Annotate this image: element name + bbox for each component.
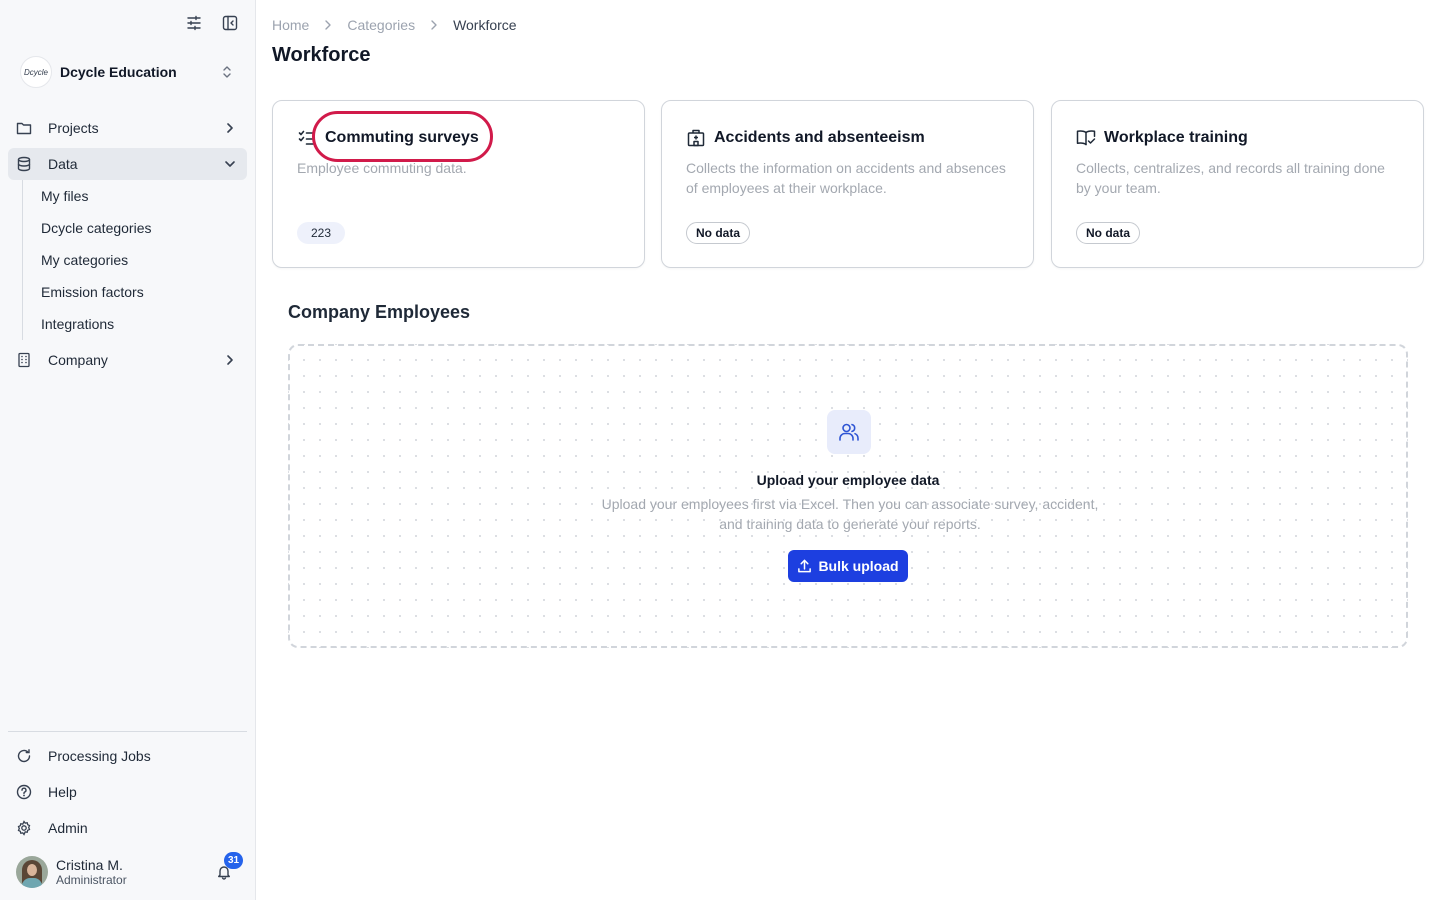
sidebar-top-icons bbox=[185, 14, 239, 32]
submenu-guide-line bbox=[22, 180, 23, 340]
bulk-upload-label: Bulk upload bbox=[818, 558, 899, 574]
user-info: Cristina M. Administrator bbox=[56, 857, 127, 887]
chevrons-up-down-icon bbox=[220, 64, 234, 85]
collapse-sidebar-icon[interactable] bbox=[221, 14, 239, 32]
empty-state-description: Upload your employees first via Excel. T… bbox=[601, 496, 1099, 532]
users-icon bbox=[827, 410, 871, 454]
card-title: Accidents and absenteeism bbox=[714, 129, 925, 146]
status-badge: No data bbox=[686, 222, 751, 244]
sidebar-item-label: Data bbox=[48, 156, 78, 172]
card-header: Workplace training bbox=[1076, 128, 1248, 148]
sidebar-item-projects[interactable]: Projects bbox=[8, 112, 247, 144]
card-title: Commuting surveys bbox=[325, 129, 479, 146]
card-description: Collects, centralizes, and records all t… bbox=[1076, 160, 1385, 196]
sidebar-divider bbox=[8, 731, 247, 732]
sidebar-item-label: Company bbox=[48, 352, 108, 368]
building-icon bbox=[16, 352, 32, 368]
breadcrumb-home[interactable]: Home bbox=[272, 17, 309, 33]
org-name: Dcycle Education bbox=[60, 64, 177, 80]
card-header: Accidents and absenteeism bbox=[686, 128, 925, 148]
database-icon bbox=[16, 156, 32, 172]
sidebar-item-label: Admin bbox=[48, 820, 88, 836]
sidebar-item-data[interactable]: Data bbox=[8, 148, 247, 180]
sidebar-item-processing-jobs[interactable]: Processing Jobs bbox=[8, 740, 247, 772]
sidebar-item-company[interactable]: Company bbox=[8, 344, 247, 376]
folder-icon bbox=[16, 120, 32, 136]
sidebar: Dcycle Dcycle Education Projects Data My… bbox=[0, 0, 256, 900]
card-header: Commuting surveys bbox=[297, 128, 479, 148]
chevron-right-icon bbox=[223, 120, 237, 141]
card-title: Workplace training bbox=[1104, 129, 1248, 146]
org-logo: Dcycle bbox=[20, 56, 52, 88]
breadcrumb-workforce: Workforce bbox=[453, 17, 517, 33]
employee-upload-dropzone[interactable]: Upload your employee data Upload your em… bbox=[288, 344, 1408, 648]
gear-icon bbox=[16, 820, 32, 836]
card-description: Employee commuting data. bbox=[297, 160, 467, 176]
user-role: Administrator bbox=[56, 873, 127, 887]
card-workplace-training[interactable]: Workplace training Collects, centralizes… bbox=[1051, 100, 1424, 268]
chevron-right-icon bbox=[223, 352, 237, 373]
card-commuting-surveys[interactable]: Commuting surveys Employee commuting dat… bbox=[272, 100, 645, 268]
user-name: Cristina M. bbox=[56, 857, 123, 873]
card-count-badge: 223 bbox=[297, 222, 346, 244]
sidebar-subitem-my-categories[interactable]: My categories bbox=[33, 246, 233, 274]
breadcrumb: Home Categories Workforce bbox=[272, 17, 517, 33]
checklist-icon bbox=[297, 128, 317, 148]
hospital-icon bbox=[686, 128, 706, 148]
upload-icon bbox=[797, 559, 812, 574]
chevron-right-icon bbox=[323, 19, 333, 31]
refresh-icon bbox=[16, 748, 32, 764]
card-description: Collects the information on accidents an… bbox=[686, 160, 1006, 196]
help-circle-icon bbox=[16, 784, 32, 800]
sidebar-item-label: Projects bbox=[48, 120, 99, 136]
breadcrumb-categories[interactable]: Categories bbox=[347, 17, 415, 33]
section-title: Company Employees bbox=[288, 302, 471, 322]
sidebar-subitem-dcycle-categories[interactable]: Dcycle categories bbox=[33, 214, 233, 242]
user-profile: Cristina M. Administrator bbox=[16, 856, 246, 888]
bulk-upload-button[interactable]: Bulk upload bbox=[788, 550, 908, 582]
card-accidents-absenteeism[interactable]: Accidents and absenteeism Collects the i… bbox=[661, 100, 1034, 268]
avatar[interactable] bbox=[16, 856, 48, 888]
sidebar-subitem-emission-factors[interactable]: Emission factors bbox=[33, 278, 233, 306]
sidebar-subitem-my-files[interactable]: My files bbox=[33, 182, 233, 210]
org-logo-text: Dcycle bbox=[23, 67, 48, 77]
sidebar-item-label: Help bbox=[48, 784, 77, 800]
sliders-icon[interactable] bbox=[185, 14, 203, 32]
sidebar-item-admin[interactable]: Admin bbox=[8, 812, 247, 844]
sidebar-item-help[interactable]: Help bbox=[8, 776, 247, 808]
chevron-down-icon bbox=[223, 156, 237, 177]
sidebar-subitem-integrations[interactable]: Integrations bbox=[33, 310, 233, 338]
empty-state-title: Upload your employee data bbox=[756, 472, 940, 488]
org-switcher[interactable]: Dcycle Dcycle Education bbox=[20, 56, 240, 88]
book-check-icon bbox=[1076, 128, 1096, 148]
sidebar-item-label: Processing Jobs bbox=[48, 748, 151, 764]
status-badge: No data bbox=[1076, 222, 1141, 244]
page-title: Workforce bbox=[272, 44, 371, 66]
chevron-right-icon bbox=[429, 19, 439, 31]
notification-badge: 31 bbox=[224, 852, 244, 869]
